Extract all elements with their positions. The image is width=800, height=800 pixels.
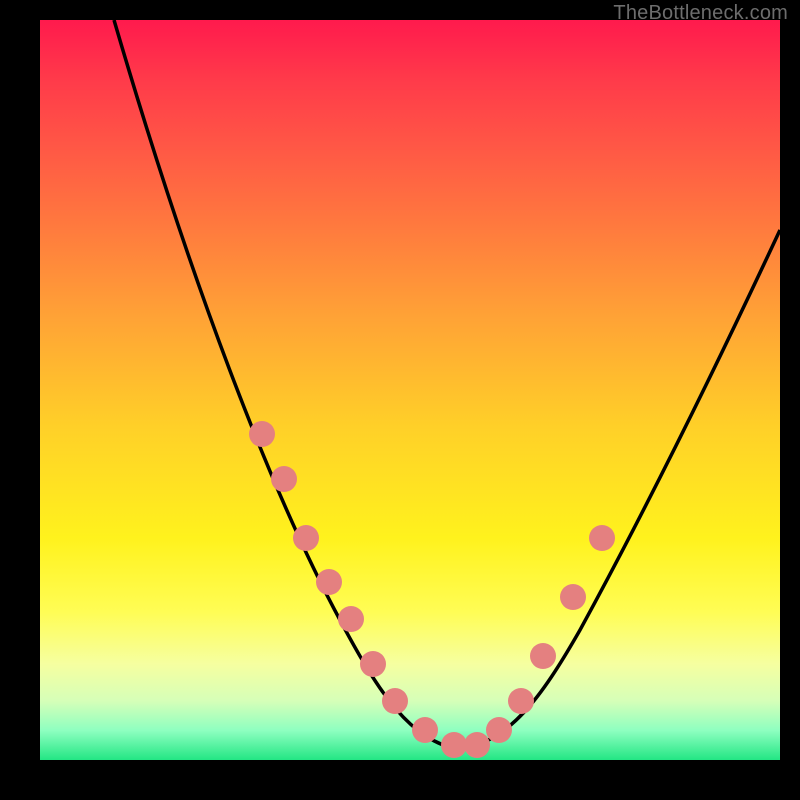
data-marker <box>360 651 386 677</box>
data-marker <box>530 643 556 669</box>
data-marker <box>382 688 408 714</box>
data-marker <box>560 584 586 610</box>
bottleneck-curve <box>40 20 780 760</box>
data-marker <box>412 717 438 743</box>
curve-path <box>114 20 780 750</box>
data-marker <box>316 569 342 595</box>
data-marker <box>464 732 490 758</box>
data-marker <box>508 688 534 714</box>
data-marker <box>293 525 319 551</box>
data-marker <box>271 466 297 492</box>
data-marker <box>338 606 364 632</box>
chart-stage: TheBottleneck.com <box>0 0 800 800</box>
data-marker <box>589 525 615 551</box>
data-marker <box>249 421 275 447</box>
plot-area <box>40 20 780 760</box>
data-marker <box>486 717 512 743</box>
